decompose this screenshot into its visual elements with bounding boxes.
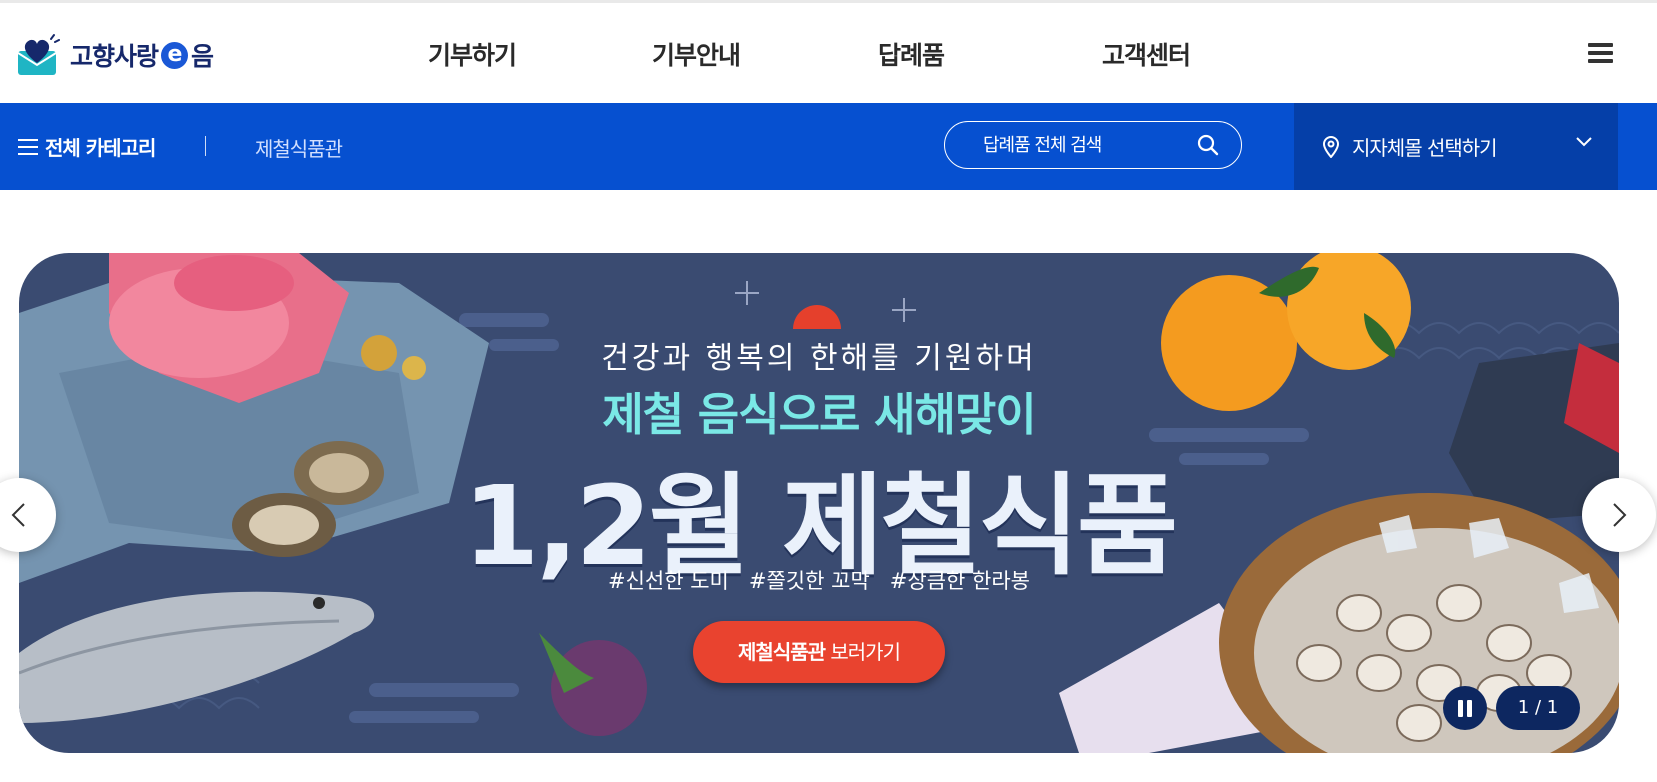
chevron-right-icon bbox=[1613, 503, 1627, 527]
cta-rest-text: 보러가기 bbox=[825, 640, 901, 664]
pause-icon bbox=[1458, 700, 1463, 717]
chevron-down-icon bbox=[1576, 137, 1592, 147]
all-categories-button[interactable]: 전체 카테고리 bbox=[18, 103, 156, 190]
logo-text-right: 음 bbox=[191, 42, 214, 71]
banner-next-button[interactable] bbox=[1582, 478, 1656, 552]
nav-customer-center[interactable]: 고객센터 bbox=[1102, 36, 1191, 72]
nav-gifts[interactable]: 답례품 bbox=[878, 36, 945, 72]
breadcrumb-current[interactable]: 제철식품관 bbox=[255, 133, 343, 162]
gift-search-box bbox=[944, 121, 1242, 169]
banner-hashtags: #신선한 도미 #쫄깃한 꼬막 #상큼한 한라봉 bbox=[608, 569, 1030, 593]
gift-search-input[interactable] bbox=[981, 130, 1195, 160]
nav-donation-guide[interactable]: 기부안내 bbox=[652, 36, 741, 72]
hamburger-menu-icon[interactable] bbox=[1588, 43, 1613, 63]
region-select-label: 지자체몰 선택하기 bbox=[1352, 136, 1498, 160]
site-logo[interactable]: 고향사랑 e 음 bbox=[18, 31, 214, 79]
menu-lines-icon bbox=[18, 138, 38, 155]
banner-title: 제철 음식으로 새해맞이 bbox=[602, 388, 1036, 441]
region-mall-select[interactable]: 지자체몰 선택하기 bbox=[1294, 103, 1618, 190]
banner-pause-button[interactable] bbox=[1443, 686, 1487, 730]
main-banner-slide[interactable]: 건강과 행복의 한해를 기원하며 제철 음식으로 새해맞이 1,2월 제철식품 … bbox=[19, 253, 1619, 753]
search-icon[interactable] bbox=[1197, 134, 1219, 156]
view-seasonal-food-button[interactable]: 제철식품관 보러가기 bbox=[693, 621, 945, 683]
chevron-left-icon bbox=[11, 503, 25, 527]
category-bar: 전체 카테고리 제철식품관 지자체몰 선택하기 bbox=[0, 103, 1657, 190]
logo-wordmark: 고향사랑 e 음 bbox=[70, 37, 214, 73]
cta-bold-text: 제철식품관 bbox=[738, 640, 826, 664]
all-categories-label: 전체 카테고리 bbox=[45, 136, 156, 160]
divider bbox=[205, 136, 206, 156]
site-header: 고향사랑 e 음 기부하기 기부안내 답례품 고객센터 bbox=[0, 3, 1657, 103]
logo-e-mark: e bbox=[161, 41, 189, 69]
banner-subtitle: 건강과 행복의 한해를 기원하며 bbox=[601, 341, 1037, 376]
location-pin-icon bbox=[1322, 135, 1340, 158]
banner-slide-counter: 1 / 1 bbox=[1496, 686, 1580, 730]
nav-donate[interactable]: 기부하기 bbox=[428, 36, 517, 72]
logo-text-left: 고향사랑 bbox=[70, 42, 159, 71]
heart-mail-logo-icon bbox=[18, 34, 60, 75]
